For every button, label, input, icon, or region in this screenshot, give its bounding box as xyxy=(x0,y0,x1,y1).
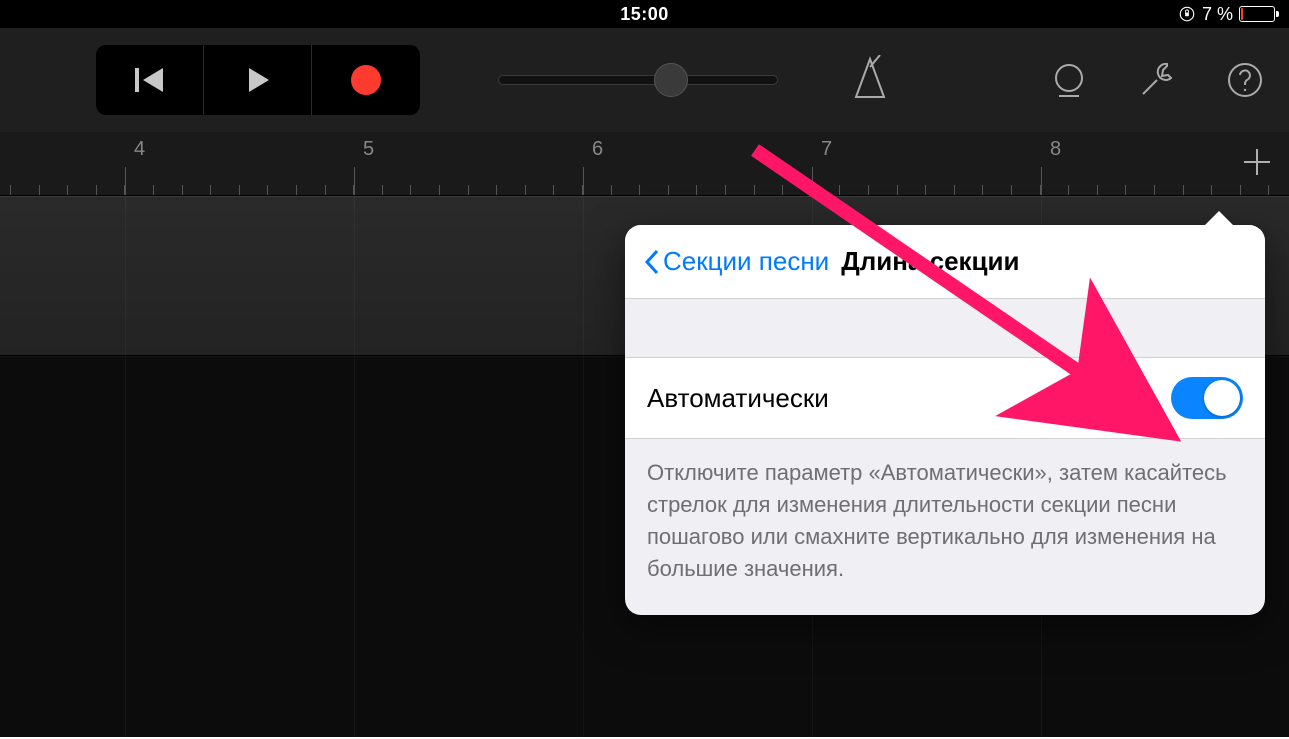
status-time: 15:00 xyxy=(620,4,669,25)
popover-spacer xyxy=(625,299,1265,357)
automatic-label: Автоматически xyxy=(647,383,829,414)
ruler-label: 7 xyxy=(821,138,832,161)
automatic-row[interactable]: Автоматически xyxy=(625,357,1265,439)
ruler-label: 4 xyxy=(134,138,145,161)
transport-controls xyxy=(96,45,420,115)
section-length-popover: Секции песни Длина секции Автоматически … xyxy=(625,225,1265,615)
rewind-button[interactable] xyxy=(96,45,204,115)
rotation-lock-icon xyxy=(1178,5,1196,23)
record-button[interactable] xyxy=(312,45,420,115)
ruler[interactable]: 4 5 6 7 8 (function(){ const r=document.… xyxy=(0,132,1289,196)
battery-icon xyxy=(1239,6,1275,22)
add-section-button[interactable] xyxy=(1237,142,1277,182)
battery-text: 7 % xyxy=(1202,4,1233,25)
wrench-icon[interactable] xyxy=(1135,58,1179,102)
switch-knob xyxy=(1204,380,1240,416)
ruler-label: 6 xyxy=(592,138,603,161)
metronome-icon[interactable] xyxy=(850,55,890,101)
back-label: Секции песни xyxy=(663,246,829,277)
loop-icon[interactable] xyxy=(1049,60,1089,100)
toolbar xyxy=(0,28,1289,132)
skip-back-icon xyxy=(133,65,167,95)
scrub-slider[interactable] xyxy=(498,75,778,85)
popover-header: Секции песни Длина секции xyxy=(625,225,1265,299)
play-button[interactable] xyxy=(204,45,312,115)
ruler-label: 5 xyxy=(363,138,374,161)
automatic-switch[interactable] xyxy=(1171,377,1243,419)
popover-description: Отключите параметр «Автоматически», зате… xyxy=(625,439,1265,615)
status-right: 7 % xyxy=(1178,4,1275,25)
back-button[interactable]: Секции песни xyxy=(643,246,829,277)
help-icon[interactable] xyxy=(1225,60,1265,100)
record-icon xyxy=(351,65,381,95)
plus-icon xyxy=(1240,145,1274,179)
status-bar: 15:00 7 % xyxy=(0,0,1289,28)
chevron-left-icon xyxy=(643,248,661,276)
popover-title: Длина секции xyxy=(841,246,1019,277)
play-icon xyxy=(243,65,273,95)
battery-fill xyxy=(1241,8,1243,20)
toolbar-right xyxy=(1049,28,1265,132)
scrub-handle[interactable] xyxy=(654,63,688,97)
ruler-label: 8 xyxy=(1050,138,1061,161)
